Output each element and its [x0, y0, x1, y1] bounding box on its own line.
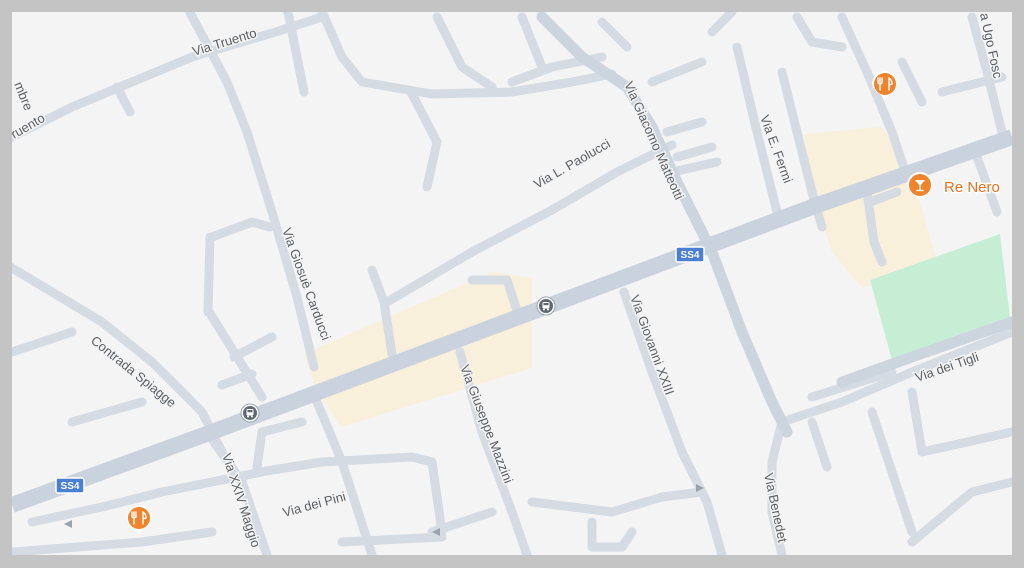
road [517, 12, 547, 72]
road [207, 217, 275, 242]
road [647, 57, 707, 87]
poi-label-re-nero[interactable]: Re Nero [943, 178, 1002, 198]
ss4-shield[interactable]: SS4 [675, 246, 705, 263]
road [252, 417, 307, 472]
road [807, 417, 832, 472]
road [12, 527, 217, 555]
ss4-shield-label: SS4 [681, 250, 700, 261]
road [317, 12, 617, 99]
road [229, 332, 277, 362]
ss4-shield[interactable]: SS4 [55, 477, 85, 494]
street-label: mbre [12, 80, 36, 113]
map-canvas[interactable]: Via Truento ruento mbre a Ugo Fosc Via L… [12, 12, 1012, 555]
ss4-shield-label: SS4 [61, 481, 80, 492]
street-label: ruento [12, 110, 47, 141]
road [587, 517, 637, 552]
street-label: Via Benedet [761, 472, 790, 545]
road [337, 532, 447, 547]
bus-stop-icon[interactable] [240, 403, 260, 423]
road [12, 327, 77, 357]
road-via-giovanni-xxiii [619, 287, 727, 555]
road [907, 477, 1012, 547]
road [597, 17, 632, 52]
road-ss4 [12, 129, 1012, 513]
road [407, 89, 442, 192]
restaurant-icon[interactable] [126, 505, 152, 534]
road [67, 397, 147, 427]
road [792, 12, 847, 52]
road [217, 369, 257, 390]
road-via-truento [12, 12, 327, 143]
bus-stop-icon[interactable] [536, 296, 556, 316]
street-label: Via dei Pini [281, 489, 348, 520]
road [707, 12, 737, 37]
road [867, 407, 917, 537]
street-label: Via Giacomo Matteotti [621, 79, 687, 202]
road [672, 142, 717, 162]
road [527, 487, 707, 517]
road [897, 57, 927, 107]
road [667, 157, 722, 177]
one-way-arrow [64, 520, 72, 528]
road [662, 117, 707, 137]
road [112, 82, 135, 117]
road [203, 232, 215, 317]
road [907, 387, 1012, 457]
map-view[interactable]: Via Truento ruento mbre a Ugo Fosc Via L… [12, 12, 1012, 555]
road [432, 12, 497, 92]
